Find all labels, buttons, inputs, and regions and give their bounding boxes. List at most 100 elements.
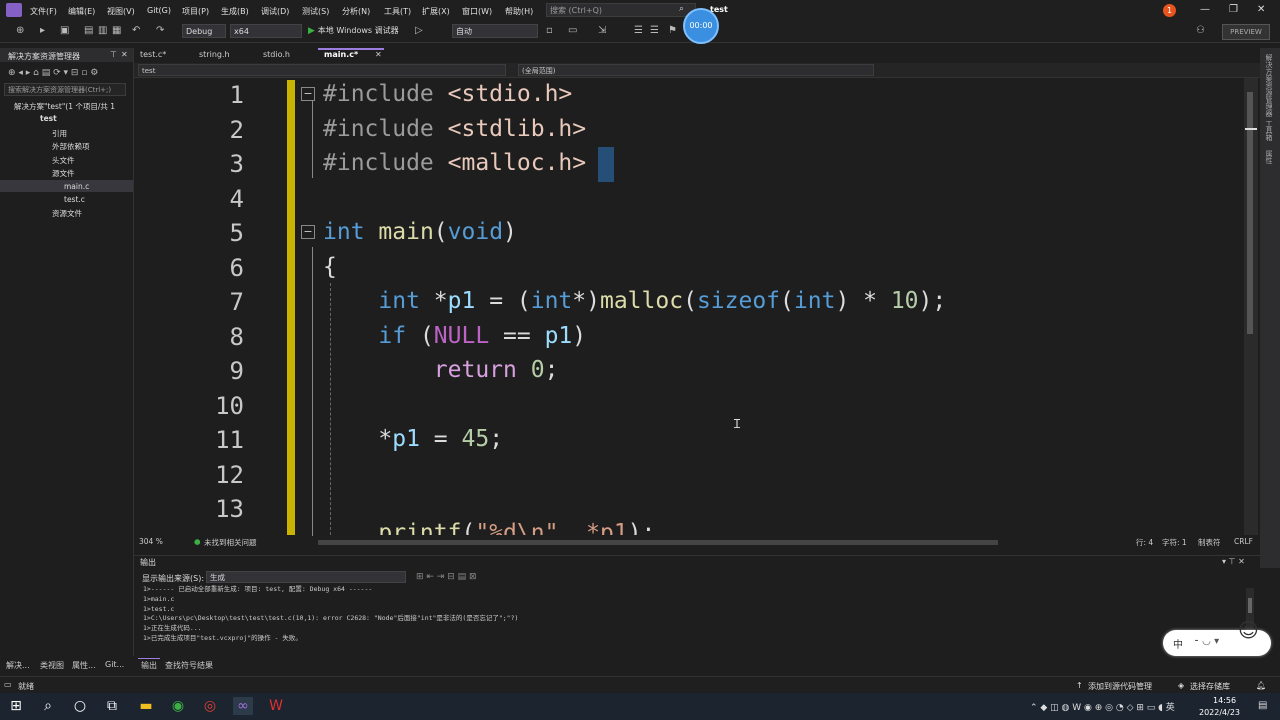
bookmark-icon[interactable]: ⚑ [668,25,677,36]
toolbar-icon-d[interactable]: ☰ [634,25,643,36]
visual-studio-taskbar-icon[interactable]: ∞ [233,697,253,715]
wps-icon[interactable]: W [266,697,286,715]
tab-stdio-h[interactable]: stdio.h [263,50,290,59]
task-view-icon[interactable]: ⧉ [102,697,122,715]
tab-test-c[interactable]: test.c* [140,50,166,59]
solution-search-input[interactable]: 搜索解决方案资源管理器(Ctrl+;) [4,83,126,96]
ime-icons[interactable]: ⁃ ◡ ▾ [1194,636,1219,647]
toolbar-icon-b[interactable]: ▭ [568,25,577,36]
menu-help[interactable]: 帮助(H) [505,6,533,17]
live-share-icon[interactable]: ⚇ [1196,25,1205,36]
notification-badge[interactable]: 1 [1163,4,1176,17]
menu-view[interactable]: 视图(V) [107,6,135,17]
add-source-control[interactable]: 添加到源代码管理 [1088,681,1152,692]
auto-select[interactable]: 自动 [452,24,538,38]
fold-toggle-icon[interactable]: − [301,87,315,101]
clock-time[interactable]: 14:56 [1213,696,1236,705]
menu-debug[interactable]: 调试(D) [261,6,289,17]
fold-toggle-icon[interactable]: − [301,225,315,239]
menu-edit[interactable]: 编辑(E) [68,6,95,17]
sol-tab-git[interactable]: Git... [105,660,124,669]
preview-button[interactable]: PREVIEW [1222,24,1270,40]
tree-resource-files[interactable]: 资源文件 [52,208,82,219]
editor-horizontal-scrollbar[interactable] [318,540,998,545]
menu-tools[interactable]: 工具(T) [384,6,411,17]
tab-close-icon[interactable]: ✕ [375,50,382,59]
new-project-icon[interactable]: ▣ [60,25,69,36]
menu-test[interactable]: 测试(S) [302,6,329,17]
tree-project-test[interactable]: test [40,114,57,123]
tree-test-c[interactable]: test.c [64,195,85,204]
clock-date[interactable]: 2022/4/23 [1199,708,1240,717]
notification-center-icon[interactable]: ▤ [1258,700,1267,711]
issues-status[interactable]: 未找到相关问题 [204,537,257,548]
undo-icon[interactable]: ↶ [132,25,140,36]
tab-indicator[interactable]: 制表符 [1198,537,1221,548]
forward-icon[interactable]: ▸ [40,25,45,36]
tab-string-h[interactable]: string.h [199,50,230,59]
save-icon[interactable]: ▥ [98,25,107,36]
menu-file[interactable]: 文件(F) [30,6,57,17]
system-tray-icons[interactable]: ⌃ ◆ ◫ ◍ W ◉ ⊕ ◎ ◔ ◇ ⊞ ▭ ◖ 英 [1030,700,1175,713]
rail-properties[interactable]: 属性 [1264,150,1274,164]
save-all-icon[interactable]: ▦ [112,25,121,36]
char-indicator[interactable]: 字符: 1 [1162,537,1187,548]
scope-nav-select[interactable]: (全局范围) [518,64,874,76]
config-select[interactable]: Debug [182,24,226,38]
pin-icon[interactable]: ⊤ [110,50,117,59]
menu-project[interactable]: 项目(P) [182,6,209,17]
toolbar-icon-e[interactable]: ☰ [650,25,659,36]
close-icon[interactable]: ✕ [1257,4,1265,15]
rail-toolbox[interactable]: 工具箱 [1264,120,1274,141]
sol-tab-properties[interactable]: 属性... [72,660,96,671]
search-icon[interactable]: ⌕ [38,697,58,715]
tree-references[interactable]: 引用 [52,128,67,139]
redo-icon[interactable]: ↷ [156,25,164,36]
maximize-icon[interactable]: ❐ [1229,4,1238,15]
sol-toolbar-icons[interactable]: ⊕ ◂ ▸ ⌂ ▤ ⟳ ▾ ⊟ ▫ ⚙ [8,68,98,78]
output-menu-icon[interactable]: ▾ ⊤ ✕ [1222,557,1245,566]
tab-output[interactable]: 输出 [141,660,157,671]
tree-solution[interactable]: 解决方案"test"(1 个项目/共 1 [14,101,115,112]
sol-tab-solution[interactable]: 解决... [6,660,30,671]
recording-timer[interactable]: 00:00 [683,8,719,44]
ime-mode[interactable]: 中 [1173,636,1183,651]
line-indicator[interactable]: 行: 4 [1136,537,1153,548]
chrome-icon[interactable]: ◎ [200,697,220,715]
panel-close-icon[interactable]: ✕ [121,50,128,59]
project-nav-select[interactable]: test [138,64,506,76]
tree-main-c[interactable]: main.c [64,182,89,191]
platform-select[interactable]: x64 [230,24,302,38]
menu-analyze[interactable]: 分析(N) [342,6,370,17]
file-explorer-icon[interactable]: ▬ [136,697,156,715]
tab-main-c[interactable]: main.c* [324,50,358,59]
toolbar-icon-c[interactable]: ⇲ [598,25,606,36]
open-icon[interactable]: ▤ [84,25,93,36]
eol-indicator[interactable]: CRLF [1234,537,1253,546]
output-scroll-thumb[interactable] [1248,598,1252,613]
tab-find-symbol[interactable]: 查找符号结果 [165,660,213,671]
rail-solution-explorer[interactable]: 解决方案资源管理器 [1264,54,1274,117]
sol-tab-class-view[interactable]: 类视图 [40,660,64,671]
menu-window[interactable]: 窗口(W) [462,6,492,17]
tree-source-files[interactable]: 源文件 [52,168,75,179]
run-debugger-button[interactable]: ▶ 本地 Windows 调试器 [308,25,399,36]
windows-start-icon[interactable]: ⊞ [6,697,26,715]
output-toolbar-icons[interactable]: ⊞ ⇤ ⇥ ⊟ ▤ ⊠ [416,572,477,582]
zoom-level[interactable]: 304 % [139,537,163,546]
bell-icon[interactable]: 🔔︎ [1256,681,1266,690]
menu-extensions[interactable]: 扩展(X) [422,6,450,17]
minimize-icon[interactable]: — [1200,4,1210,15]
output-source-select[interactable]: 生成 [206,571,406,583]
toolbar-icon-a[interactable]: ▫ [546,25,553,36]
tree-external-deps[interactable]: 外部依赖项 [52,141,90,152]
back-icon[interactable]: ⊕ [16,25,24,36]
menu-git[interactable]: Git(G) [147,6,171,15]
select-repository[interactable]: 选择存储库 [1190,681,1230,692]
cortana-icon[interactable]: ○ [70,697,90,715]
menu-build[interactable]: 生成(B) [221,6,249,17]
tree-header-files[interactable]: 头文件 [52,155,75,166]
search-input[interactable]: 搜索 (Ctrl+Q) [546,3,696,17]
green-app-icon[interactable]: ◉ [168,697,188,715]
run-without-debug-icon[interactable]: ▷ [415,25,423,36]
